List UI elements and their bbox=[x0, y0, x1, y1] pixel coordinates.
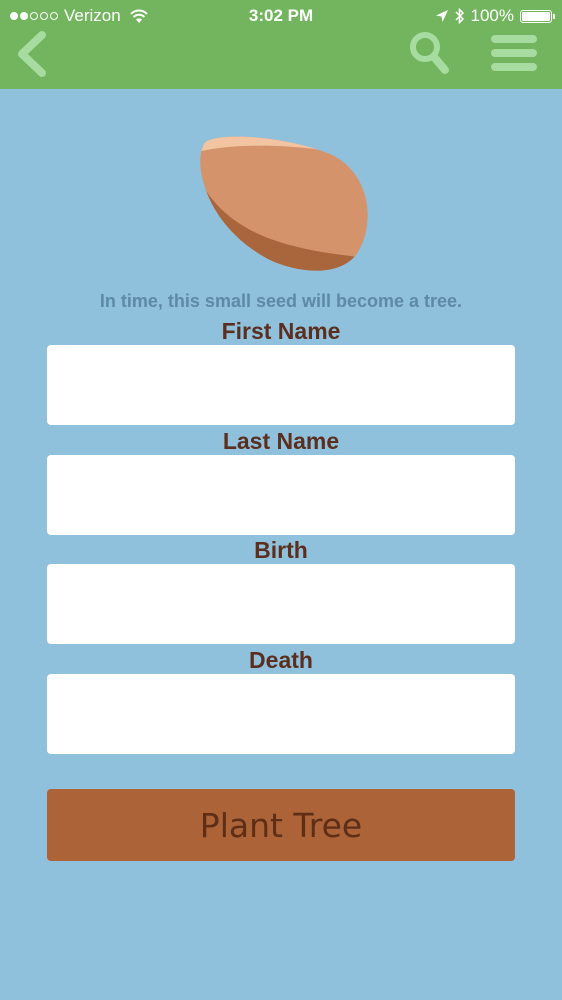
battery-icon bbox=[520, 9, 555, 23]
birth-input[interactable] bbox=[47, 564, 515, 644]
location-arrow-icon bbox=[435, 10, 448, 22]
plant-tree-button[interactable]: Plant Tree bbox=[47, 789, 515, 861]
chevron-left-icon[interactable] bbox=[14, 31, 52, 77]
last-name-label: Last Name bbox=[222, 428, 340, 454]
status-right-group: 100% bbox=[435, 6, 555, 26]
death-label: Death bbox=[249, 647, 313, 673]
status-bar: Verizon 3:02 PM 100% bbox=[0, 0, 562, 32]
seed-icon bbox=[200, 136, 368, 271]
search-icon[interactable] bbox=[408, 30, 450, 76]
navigation-bar: Verizon 3:02 PM 100% bbox=[0, 0, 562, 89]
birth-label: Birth bbox=[254, 537, 308, 563]
first-name-label: First Name bbox=[221, 318, 341, 344]
hamburger-menu-icon[interactable] bbox=[490, 34, 538, 72]
death-input[interactable] bbox=[47, 674, 515, 754]
last-name-input[interactable] bbox=[47, 455, 515, 535]
seed-caption: In time, this small seed will become a t… bbox=[99, 291, 463, 311]
battery-percentage: 100% bbox=[470, 6, 514, 25]
bluetooth-icon bbox=[454, 8, 464, 24]
first-name-input[interactable] bbox=[47, 345, 515, 425]
